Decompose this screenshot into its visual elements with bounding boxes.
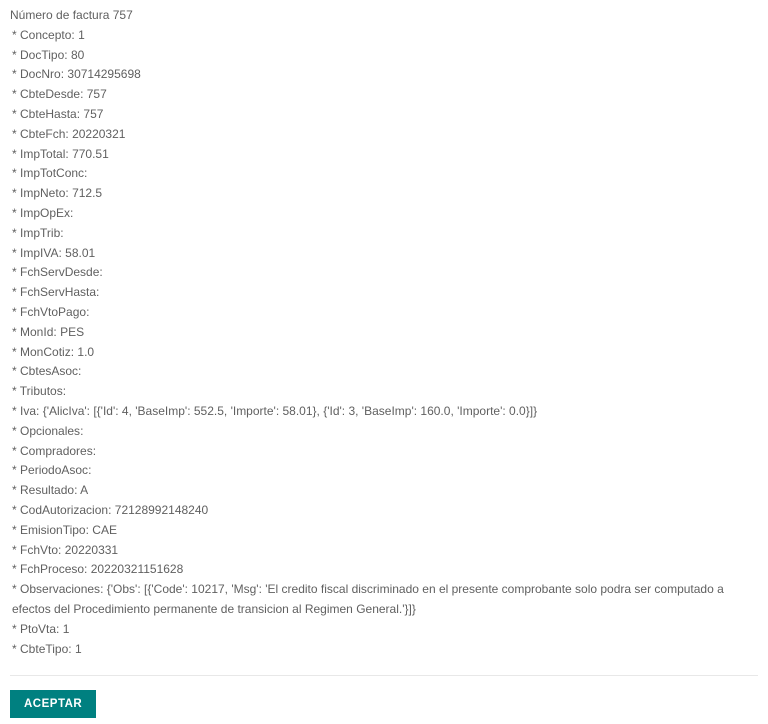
invoice-field-row: * DocNro: 30714295698 [10, 65, 758, 85]
field-value: 72128992148240 [115, 503, 208, 517]
field-label: FchServDesde [20, 265, 99, 279]
invoice-field-row: * CbteFch: 20220321 [10, 125, 758, 145]
field-label: PtoVta [20, 622, 56, 636]
field-label: EmisionTipo [20, 523, 86, 537]
field-label: MonId [20, 325, 53, 339]
invoice-field-row: * ImpIVA: 58.01 [10, 244, 758, 264]
invoice-field-row: * FchVto: 20220331 [10, 541, 758, 561]
invoice-field-row: * Concepto: 1 [10, 26, 758, 46]
field-value: 1.0 [77, 345, 94, 359]
field-value: 1 [63, 622, 70, 636]
invoice-header-label: Número de factura [10, 8, 109, 22]
invoice-field-row: * ImpOpEx: [10, 204, 758, 224]
invoice-field-row: * Resultado: A [10, 481, 758, 501]
divider [10, 675, 758, 676]
invoice-header: Número de factura 757 [10, 6, 758, 26]
field-label: DocNro [20, 67, 61, 81]
invoice-field-row: * EmisionTipo: CAE [10, 521, 758, 541]
field-value: A [80, 483, 88, 497]
field-value: {'Obs': [{'Code': 10217, 'Msg': 'El cred… [12, 582, 724, 616]
field-label: Opcionales [20, 424, 80, 438]
field-value: 20220331 [65, 543, 118, 557]
invoice-number: 757 [113, 8, 133, 22]
field-label: CbteHasta [20, 107, 77, 121]
field-label: DocTipo [20, 48, 64, 62]
invoice-field-row: * CbteHasta: 757 [10, 105, 758, 125]
invoice-field-row: * FchServDesde: [10, 263, 758, 283]
field-label: FchServHasta [20, 285, 96, 299]
invoice-field-row: * ImpTrib: [10, 224, 758, 244]
field-label: ImpOpEx [20, 206, 70, 220]
field-label: Iva [20, 404, 36, 418]
invoice-field-row: * Observaciones: {'Obs': [{'Code': 10217… [10, 580, 758, 620]
field-value: 1 [78, 28, 85, 42]
field-label: ImpTotal [20, 147, 65, 161]
field-label: CodAutorizacion [20, 503, 108, 517]
invoice-fields-list: * Concepto: 1 * DocTipo: 80 * DocNro: 30… [10, 26, 758, 660]
invoice-field-row: * FchVtoPago: [10, 303, 758, 323]
field-value: 712.5 [72, 186, 102, 200]
field-label: ImpNeto [20, 186, 65, 200]
invoice-field-row: * ImpNeto: 712.5 [10, 184, 758, 204]
field-value: {'AlicIva': [{'Id': 4, 'BaseImp': 552.5,… [43, 404, 537, 418]
invoice-details: Número de factura 757 * Concepto: 1 * Do… [10, 6, 758, 659]
field-label: Resultado [20, 483, 74, 497]
invoice-field-row: * MonCotiz: 1.0 [10, 343, 758, 363]
field-value: 20220321151628 [91, 562, 184, 576]
field-label: ImpTotConc [20, 166, 84, 180]
field-label: PeriodoAsoc [20, 463, 88, 477]
field-value: 757 [83, 107, 103, 121]
accept-button[interactable]: ACEPTAR [10, 690, 96, 718]
field-value: 30714295698 [67, 67, 140, 81]
invoice-field-row: * DocTipo: 80 [10, 46, 758, 66]
field-value: CAE [92, 523, 117, 537]
field-label: CbteDesde [20, 87, 80, 101]
field-value: 80 [71, 48, 84, 62]
field-value: PES [60, 325, 84, 339]
field-label: CbtesAsoc [20, 364, 78, 378]
field-label: ImpIVA [20, 246, 58, 260]
invoice-field-row: * Compradores: [10, 442, 758, 462]
field-value: 20220321 [72, 127, 125, 141]
invoice-field-row: * CodAutorizacion: 72128992148240 [10, 501, 758, 521]
field-value: 770.51 [72, 147, 109, 161]
invoice-field-row: * FchProceso: 20220321151628 [10, 560, 758, 580]
field-label: Tributos [20, 384, 63, 398]
field-label: CbteTipo [20, 642, 68, 656]
invoice-field-row: * CbtesAsoc: [10, 362, 758, 382]
field-value: 1 [75, 642, 82, 656]
field-label: FchProceso [20, 562, 84, 576]
field-label: Concepto [20, 28, 71, 42]
field-label: Compradores [20, 444, 93, 458]
field-value: 757 [87, 87, 107, 101]
invoice-field-row: * Iva: {'AlicIva': [{'Id': 4, 'BaseImp':… [10, 402, 758, 422]
field-label: FchVtoPago [20, 305, 86, 319]
invoice-field-row: * PtoVta: 1 [10, 620, 758, 640]
invoice-field-row: * PeriodoAsoc: [10, 461, 758, 481]
field-value: 58.01 [65, 246, 95, 260]
invoice-field-row: * Tributos: [10, 382, 758, 402]
invoice-field-row: * ImpTotal: 770.51 [10, 145, 758, 165]
invoice-field-row: * CbteDesde: 757 [10, 85, 758, 105]
invoice-field-row: * CbteTipo: 1 [10, 640, 758, 660]
invoice-field-row: * FchServHasta: [10, 283, 758, 303]
field-label: FchVto [20, 543, 58, 557]
field-label: CbteFch [20, 127, 65, 141]
invoice-field-row: * ImpTotConc: [10, 164, 758, 184]
field-label: Observaciones [20, 582, 100, 596]
field-label: MonCotiz [20, 345, 71, 359]
field-label: ImpTrib [20, 226, 60, 240]
invoice-field-row: * MonId: PES [10, 323, 758, 343]
invoice-field-row: * Opcionales: [10, 422, 758, 442]
